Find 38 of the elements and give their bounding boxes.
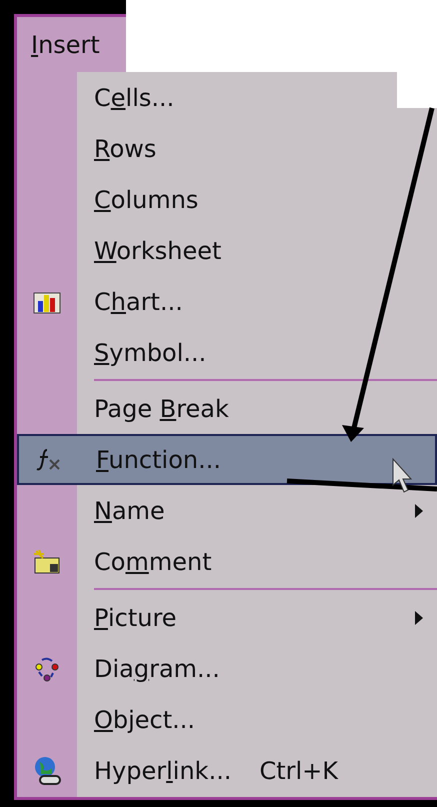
- menu-item-label: Page Break: [93, 394, 229, 424]
- menu-item-label: Cells...: [93, 82, 174, 114]
- menu-item[interactable]: Chart...: [17, 276, 437, 327]
- submenu-arrow-icon: [415, 610, 423, 624]
- menu-item[interactable]: Hyperlink... Ctrl+K: [17, 745, 437, 796]
- menu-item[interactable]: Rows: [17, 123, 437, 174]
- menu-item[interactable]: Name: [17, 485, 437, 536]
- mouse-cursor-icon: [392, 458, 412, 493]
- note-icon: [33, 548, 60, 573]
- callout-tooltip: [397, 72, 437, 108]
- bar-chart-icon: [34, 292, 60, 313]
- menu-item-label: Name: [93, 496, 165, 526]
- menu-item-label: Columns: [93, 184, 198, 216]
- menu-item-label: Worksheet: [93, 236, 222, 266]
- menu-item-label: Symbol...: [93, 338, 206, 368]
- menu-item-label: Chart...: [93, 286, 183, 318]
- menu-item[interactable]: Picture: [17, 592, 437, 643]
- diagram-icon: [36, 657, 58, 681]
- menu-item[interactable]: Page Break: [17, 383, 437, 434]
- menu-item-label: Function...: [95, 444, 221, 476]
- menu-item[interactable]: Worksheet: [17, 225, 437, 276]
- menu-item[interactable]: Function...: [17, 434, 437, 485]
- globe-icon: [35, 756, 61, 784]
- menu-item-label: Object...: [93, 704, 196, 736]
- menu-item-label: Hyperlink...: [93, 756, 232, 786]
- menu-title[interactable]: Insert: [31, 26, 100, 62]
- menu-item-label: Rows: [93, 134, 156, 164]
- menu-item-label: Comment: [93, 546, 212, 578]
- menu-item[interactable]: Object...: [17, 694, 437, 745]
- menu-item[interactable]: Diagram...: [17, 643, 437, 694]
- function-icon: [36, 448, 60, 470]
- submenu-arrow-icon: [415, 504, 423, 518]
- shortcut-label: Ctrl+K: [259, 756, 338, 786]
- menu-item-label: Picture: [93, 602, 177, 634]
- menu-item[interactable]: Columns: [17, 174, 437, 225]
- menu-item-label: Diagram...: [93, 654, 220, 684]
- menu-item[interactable]: Comment: [17, 536, 437, 587]
- menu-item[interactable]: Symbol...: [17, 327, 437, 378]
